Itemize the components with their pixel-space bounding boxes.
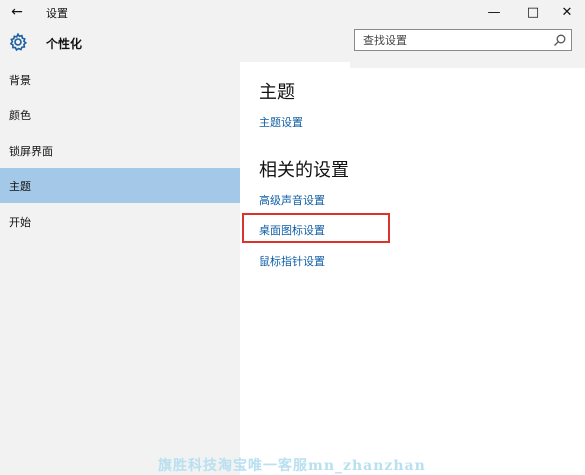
maximize-button[interactable]: □: [515, 0, 551, 24]
sidebar: 背景 颜色 锁屏界面 主题 开始: [0, 62, 240, 475]
sidebar-item-background[interactable]: 背景: [0, 62, 240, 97]
gear-icon: [9, 32, 28, 52]
theme-settings-link[interactable]: 主题设置: [259, 114, 303, 130]
back-arrow-icon: ←: [11, 4, 23, 20]
window-title: 设置: [46, 7, 68, 20]
highlight-box: [242, 213, 390, 243]
sidebar-item-start[interactable]: 开始: [0, 204, 240, 239]
main-content: 主题 主题设置 相关的设置 高级声音设置 桌面图标设置 鼠标指针设置: [240, 68, 585, 475]
sidebar-item-label: 开始: [9, 215, 31, 229]
advanced-sound-settings-link[interactable]: 高级声音设置: [259, 192, 325, 208]
close-icon: ✕: [561, 4, 573, 20]
sidebar-item-colors[interactable]: 颜色: [0, 97, 240, 132]
sidebar-item-label: 主题: [9, 179, 31, 193]
minimize-button[interactable]: —: [476, 0, 512, 24]
section-heading-related-settings: 相关的设置: [259, 160, 349, 181]
sidebar-item-label: 锁屏界面: [9, 144, 53, 158]
back-button[interactable]: ←: [0, 0, 34, 24]
search-input[interactable]: [355, 30, 545, 50]
minimize-icon: —: [487, 4, 501, 20]
maximize-icon: □: [526, 4, 540, 20]
sidebar-item-lock-screen[interactable]: 锁屏界面: [0, 133, 240, 168]
title-bar: ← 设置 — □ ✕: [0, 0, 585, 24]
mouse-pointer-settings-link[interactable]: 鼠标指针设置: [259, 253, 325, 269]
page-title: 个性化: [46, 37, 83, 51]
search-icon[interactable]: [553, 33, 567, 47]
search-box[interactable]: [354, 29, 572, 51]
sidebar-item-label: 颜色: [9, 108, 31, 122]
section-heading-themes: 主题: [259, 82, 295, 103]
page-header: 个性化: [0, 24, 585, 62]
sidebar-item-label: 背景: [9, 73, 31, 87]
close-button[interactable]: ✕: [549, 0, 585, 24]
watermark-text: 旗胜科技淘宝唯一客服mn_zhanzhan: [158, 458, 426, 474]
sidebar-item-themes[interactable]: 主题: [0, 168, 240, 203]
